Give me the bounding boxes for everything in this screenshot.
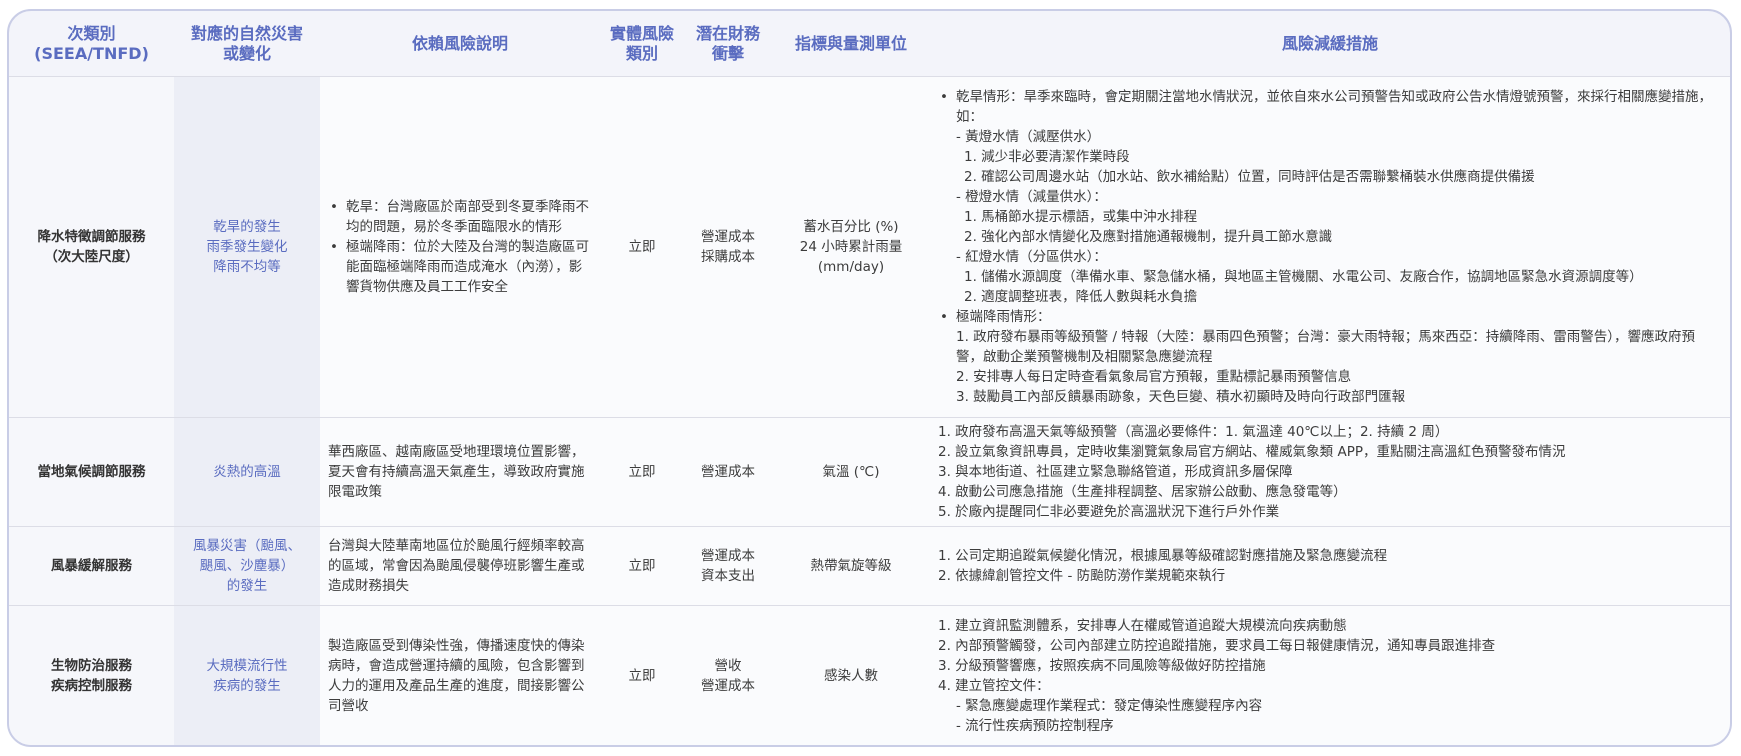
mitigation-line: 2. 強化內部水情變化及應對措施通報機制，提升員工節水意識	[964, 229, 1333, 245]
finance-impact-cell: 營運成本	[684, 417, 772, 527]
mitigation-line: - 緊急應變處理作業程式：發定傳染性應變程序內容	[956, 697, 1263, 714]
mitigation-line: 1. 建立資訊監測體系，安排專人在權威管道追蹤大規模流向疾病動態	[938, 617, 1347, 634]
mitigation-line: 1. 政府發布高溫天氣等級預警（高溫必要條件：1. 氣溫達 40℃以上；2. 持…	[938, 424, 1449, 440]
table-row: 當地氣候調節服務 炎熱的高溫 華西廠區、越南廠區受地理環境位置影響，夏天會有持續…	[9, 417, 1730, 527]
hazard-cell: 風暴災害（颱風、 颶風、沙塵暴） 的發生	[174, 526, 320, 606]
mitigation-line: 1. 政府發布暴雨等級預警 / 特報（大陸：暴雨四色預警；台灣：豪大雨特報；馬來…	[956, 329, 1696, 365]
description-cell: 華西廠區、越南廠區受地理環境位置影響，夏天會有持續高溫天氣產生，導致政府實施限電…	[320, 417, 600, 527]
metric-cell: 感染人數	[772, 605, 930, 745]
header-risk-description: 依賴風險說明	[411, 33, 508, 53]
header-hazard: 對應的自然災害 或變化	[190, 23, 303, 63]
metric-cell: 熱帶氣旋等級	[772, 526, 930, 606]
metric-cell: 氣溫 (℃)	[772, 417, 930, 527]
mitigation-cell: 1. 公司定期追蹤氣候變化情況，根據風暴等級確認對應措施及緊急應變流程 2. 依…	[930, 526, 1730, 606]
mitigation-line: 1. 減少非必要清潔作業時段	[964, 149, 1130, 165]
subcategory-cell: 當地氣候調節服務	[9, 417, 174, 527]
mitigation-line: - 紅燈水情（分區供水）：	[956, 249, 1107, 265]
header-subcategory: 次類別 (SEEA/TNFD)	[34, 23, 149, 63]
mitigation-line: 3. 與本地街道、社區建立緊急聯絡管道，形成資訊多層保障	[938, 464, 1293, 480]
table-row: 降水特徵調節服務 （次大陸尺度） 乾旱的發生 雨季發生變化 降雨不均等 乾旱：台…	[9, 76, 1730, 418]
header-metric: 指標與量測單位	[794, 33, 907, 53]
hazard-cell: 大規模流行性 疾病的發生	[174, 605, 320, 745]
mitigation-cell: 1. 建立資訊監測體系，安排專人在權威管道追蹤大規模流向疾病動態 2. 內部預警…	[930, 605, 1730, 745]
subcategory-cell: 降水特徵調節服務 （次大陸尺度）	[9, 76, 174, 418]
table-row: 生物防治服務 疾病控制服務 大規模流行性 疾病的發生 製造廠區受到傳染性強，傳播…	[9, 605, 1730, 745]
mitigation-cell: 1. 政府發布高溫天氣等級預警（高溫必要條件：1. 氣溫達 40℃以上；2. 持…	[930, 417, 1730, 527]
header-physical-risk-type: 實體風險 類別	[609, 23, 674, 63]
risk-table-card: 次類別 (SEEA/TNFD) 對應的自然災害 或變化 依賴風險說明 實體風險 …	[7, 9, 1732, 747]
finance-impact-cell: 營運成本 資本支出	[684, 526, 772, 606]
dependency-risk-table: 次類別 (SEEA/TNFD) 對應的自然災害 或變化 依賴風險說明 實體風險 …	[9, 11, 1730, 745]
mitigation-line: - 橙燈水情（減量供水）：	[956, 189, 1107, 205]
mitigation-line: 5. 於廠內提醒同仁非必要避免於高溫狀況下進行戶外作業	[938, 504, 1280, 520]
description-bullet: 極端降雨：位於大陸及台灣的製造廠區可能面臨極端降雨而造成淹水（內澇），影響貨物供…	[328, 237, 592, 297]
description-bullet: 乾旱：台灣廠區於南部受到冬夏季降雨不均的問題，易於冬季面臨限水的情形	[328, 197, 592, 237]
finance-impact-cell: 營運成本 採購成本	[684, 76, 772, 418]
risk-type-cell: 立即	[600, 605, 684, 745]
header-mitigation: 風險減緩措施	[1281, 33, 1378, 53]
mitigation-line: 乾旱情形：旱季來臨時，會定期關注當地水情狀況，並依自來水公司預警告知或政府公告水…	[938, 87, 1722, 127]
finance-impact-cell: 營收 營運成本	[684, 605, 772, 745]
mitigation-line: 2. 設立氣象資訊專員，定時收集瀏覽氣象局官方網站、權威氣象類 APP，重點關注…	[938, 444, 1566, 460]
mitigation-line: 1. 馬桶節水提示標語，或集中沖水排程	[964, 209, 1198, 225]
subcategory-cell: 風暴緩解服務	[9, 526, 174, 606]
header-row: 次類別 (SEEA/TNFD) 對應的自然災害 或變化 依賴風險說明 實體風險 …	[9, 11, 1730, 77]
description-cell: 台灣與大陸華南地區位於颱風行經頻率較高的區域，常會因為颱風侵襲停班影響生產或造成…	[320, 526, 600, 606]
mitigation-line: 2. 安排專人每日定時查看氣象局官方預報，重點標記暴雨預警信息	[956, 369, 1352, 385]
mitigation-line: 2. 依據緯創管控文件 - 防颱防澇作業規範來執行	[938, 568, 1226, 584]
table-row: 風暴緩解服務 風暴災害（颱風、 颶風、沙塵暴） 的發生 台灣與大陸華南地區位於颱…	[9, 526, 1730, 606]
description-cell: 製造廠區受到傳染性強，傳播速度快的傳染病時，會造成營運持續的風險，包含影響到人力…	[320, 605, 600, 745]
description-cell: 乾旱：台灣廠區於南部受到冬夏季降雨不均的問題，易於冬季面臨限水的情形 極端降雨：…	[320, 76, 600, 418]
metric-cell: 蓄水百分比 (%) 24 小時累計雨量 (mm/day)	[772, 76, 930, 418]
subcategory-cell: 生物防治服務 疾病控制服務	[9, 605, 174, 745]
header-financial-impact: 潛在財務 衝擊	[695, 23, 760, 63]
risk-type-cell: 立即	[600, 526, 684, 606]
mitigation-line: 1. 公司定期追蹤氣候變化情況，根據風暴等級確認對應措施及緊急應變流程	[938, 548, 1388, 564]
mitigation-line: 1. 儲備水源調度（準備水車、緊急儲水桶，與地區主管機關、水電公司、友廠合作，協…	[964, 269, 1643, 285]
mitigation-line: 2. 內部預警觸發，公司內部建立防控追蹤措施，要求員工每日報健康情況，通知專員跟…	[938, 637, 1496, 654]
mitigation-line: 2. 確認公司周邊水站（加水站、飲水補給點）位置，同時評估是否需聯繫桶裝水供應商…	[964, 169, 1535, 185]
mitigation-line: 4. 啟動公司應急措施（生產排程調整、居家辦公啟動、應急發電等）	[938, 484, 1347, 500]
hazard-cell: 乾旱的發生 雨季發生變化 降雨不均等	[174, 76, 320, 418]
mitigation-line: 3. 鼓勵員工內部反饋暴雨跡象，天色巨變、積水初顯時及時向行政部門匯報	[956, 389, 1406, 405]
mitigation-line: - 黃燈水情（減壓供水）	[956, 129, 1101, 145]
mitigation-line: 4. 建立管控文件：	[938, 677, 1050, 694]
mitigation-line: 3. 分級預警響應，按照疾病不同風險等級做好防控措施	[938, 657, 1266, 674]
mitigation-line: 2. 適度調整班表，降低人數與耗水負擔	[964, 289, 1198, 305]
hazard-cell: 炎熱的高溫	[174, 417, 320, 527]
mitigation-line: 極端降雨情形：	[938, 307, 1722, 327]
mitigation-cell: 乾旱情形：旱季來臨時，會定期關注當地水情狀況，並依自來水公司預警告知或政府公告水…	[930, 76, 1730, 418]
risk-type-cell: 立即	[600, 417, 684, 527]
mitigation-line: - 流行性疾病預防控制程序	[956, 717, 1114, 734]
risk-type-cell: 立即	[600, 76, 684, 418]
